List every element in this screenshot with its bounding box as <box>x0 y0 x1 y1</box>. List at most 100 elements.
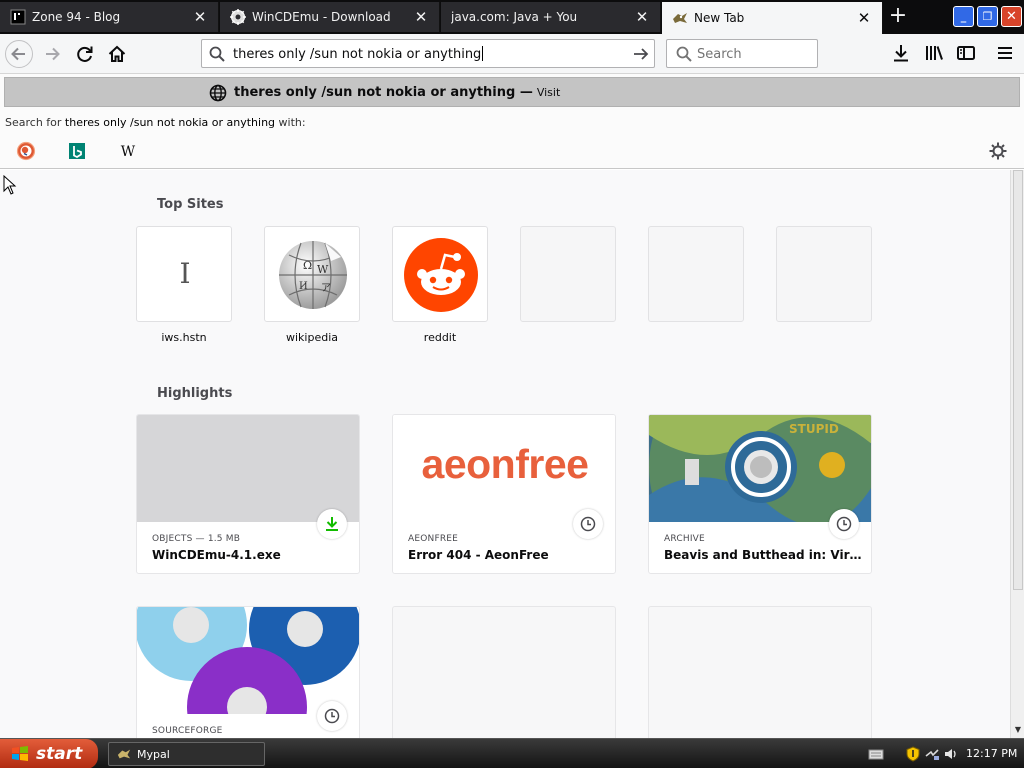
visit-label: Visit <box>536 86 561 99</box>
svg-text:W: W <box>317 263 329 276</box>
highlight-context: AEONFREE <box>408 534 459 544</box>
svg-text:И: И <box>299 281 308 292</box>
windows-taskbar: start Mypal 12:17 PM <box>0 738 1024 768</box>
taskbar-clock: 12:17 PM <box>966 747 1018 760</box>
search-bar[interactable] <box>666 39 818 68</box>
url-autocomplete-popup: theres only /sun not nokia or anything —… <box>0 74 1024 169</box>
history-badge <box>317 701 347 731</box>
search-for-label: Search for theres only /sun not nokia or… <box>5 116 306 129</box>
scroll-down-arrow-icon[interactable]: ▼ <box>1011 722 1024 738</box>
top-site-placeholder <box>776 226 872 322</box>
aeonfree-logo-text: aeonfree <box>421 441 589 487</box>
tab-new-tab[interactable]: New Tab ✕ <box>662 2 883 34</box>
library-icon[interactable] <box>923 42 945 64</box>
tab-wincdemu-download[interactable]: WinCDEmu - Download ✕ <box>220 2 440 32</box>
top-site-label: iws.hstn <box>161 331 207 344</box>
tab-close-button[interactable]: ✕ <box>856 10 872 26</box>
clock-icon <box>836 516 852 532</box>
scrollbar-thumb[interactable] <box>1013 170 1023 590</box>
tab-title: WinCDEmu - Download <box>252 10 391 24</box>
minimize-button[interactable]: _ <box>953 6 974 27</box>
wikipedia-globe-icon: Ω W И ア <box>279 241 347 309</box>
highlight-context: SOURCEFORGE <box>152 726 223 736</box>
highlight-card-aeonfree[interactable]: aeonfree AEONFREE Error 404 - AeonFree <box>392 414 616 574</box>
back-arrow-icon[interactable] <box>4 39 34 69</box>
search-input[interactable] <box>697 45 812 63</box>
volume-tray-icon[interactable] <box>943 746 959 762</box>
top-site-tile-wikipedia[interactable]: Ω W И ア <box>264 226 360 322</box>
cd-disc-image: STUPID <box>649 415 871 522</box>
zone94-favicon-icon <box>10 9 26 25</box>
taskbar-item-mypal[interactable]: Mypal <box>108 742 265 766</box>
highlight-card-beavis-butthead[interactable]: STUPID ARCHIVE Beavis and Butthead in: V… <box>648 414 872 574</box>
duckduckgo-icon[interactable] <box>15 140 37 162</box>
bing-icon[interactable] <box>66 140 88 162</box>
start-label: start <box>36 744 83 764</box>
highlight-thumbnail <box>137 415 359 522</box>
vertical-scrollbar[interactable]: ▼ <box>1010 170 1024 738</box>
navigation-toolbar: theres only /sun not nokia or anything <box>0 34 1024 74</box>
tab-close-button[interactable]: ✕ <box>413 9 429 25</box>
cd-disc-image <box>137 607 359 714</box>
downloads-icon[interactable] <box>890 42 912 64</box>
url-input-text[interactable]: theres only /sun not nokia or anything <box>233 46 484 62</box>
reload-icon[interactable] <box>70 39 100 69</box>
svg-text:W: W <box>121 144 136 160</box>
tab-close-button[interactable]: ✕ <box>192 9 208 25</box>
highlights-heading: Highlights <box>157 386 233 401</box>
maximize-button[interactable]: ❐ <box>977 6 998 27</box>
top-site-label: wikipedia <box>285 331 338 344</box>
download-badge <box>317 509 347 539</box>
mypal-app-icon <box>117 749 131 759</box>
new-tab-button[interactable]: + <box>884 4 912 30</box>
keyboard-tray-icon[interactable] <box>868 746 884 762</box>
highlight-title: Error 404 - AeonFree <box>408 548 549 562</box>
network-tray-icon[interactable] <box>924 746 940 762</box>
highlight-placeholder <box>648 606 872 738</box>
reddit-logo-icon <box>404 238 478 312</box>
security-shield-icon[interactable] <box>905 746 921 762</box>
mypal-favicon-icon <box>673 13 687 23</box>
highlight-context: OBJECTS — 1.5 MB <box>152 534 241 544</box>
wincdemu-favicon-icon <box>230 9 246 25</box>
search-icon <box>676 46 692 62</box>
tab-title: java.com: Java + You <box>451 10 578 24</box>
top-site-letter: I <box>179 257 191 290</box>
close-window-button[interactable]: ✕ <box>1001 6 1022 27</box>
highlight-placeholder <box>392 606 616 738</box>
wikipedia-icon[interactable]: W <box>117 140 139 162</box>
top-site-placeholder <box>648 226 744 322</box>
forward-arrow-icon[interactable] <box>38 39 68 69</box>
tab-zone94-blog[interactable]: Zone 94 - Blog ✕ <box>0 2 219 32</box>
top-site-tile-reddit[interactable] <box>392 226 488 322</box>
tab-java-com[interactable]: java.com: Java + You ✕ <box>441 2 661 32</box>
new-tab-page: Top Sites I iws.hstn Ω W И ア wikipedia r… <box>0 170 1010 738</box>
mouse-cursor-icon <box>3 175 17 195</box>
highlight-thumbnail: aeonfree <box>393 415 615 522</box>
url-bar[interactable]: theres only /sun not nokia or anything <box>201 39 655 68</box>
top-site-label: reddit <box>423 331 457 344</box>
gear-icon[interactable] <box>987 140 1009 162</box>
clock-icon <box>324 708 340 724</box>
top-site-placeholder <box>520 226 616 322</box>
autocomplete-result-visit[interactable]: theres only /sun not nokia or anything —… <box>4 77 1020 107</box>
highlight-card-wincdemu[interactable]: OBJECTS — 1.5 MB WinCDEmu-4.1.exe <box>136 414 360 574</box>
download-icon <box>326 517 338 531</box>
sidebar-icon[interactable] <box>955 42 977 64</box>
go-arrow-icon[interactable] <box>632 45 650 63</box>
top-site-tile-iws-hstn[interactable]: I <box>136 226 232 322</box>
text-caret <box>482 46 484 61</box>
highlight-card-sourceforge[interactable]: SOURCEFORGE <box>136 606 360 738</box>
start-button[interactable]: start <box>0 739 98 768</box>
top-sites-heading: Top Sites <box>157 197 224 212</box>
home-icon[interactable] <box>102 39 132 69</box>
clock-icon <box>580 516 596 532</box>
globe-icon <box>209 84 227 102</box>
autocomplete-result-title: theres only /sun not nokia or anything —… <box>234 85 561 100</box>
svg-text:ア: ア <box>321 283 331 294</box>
taskbar-item-label: Mypal <box>137 747 170 761</box>
highlight-thumbnail <box>137 607 359 714</box>
windows-flag-icon <box>12 746 28 761</box>
hamburger-menu-icon[interactable] <box>994 42 1016 64</box>
tab-close-button[interactable]: ✕ <box>634 9 650 25</box>
